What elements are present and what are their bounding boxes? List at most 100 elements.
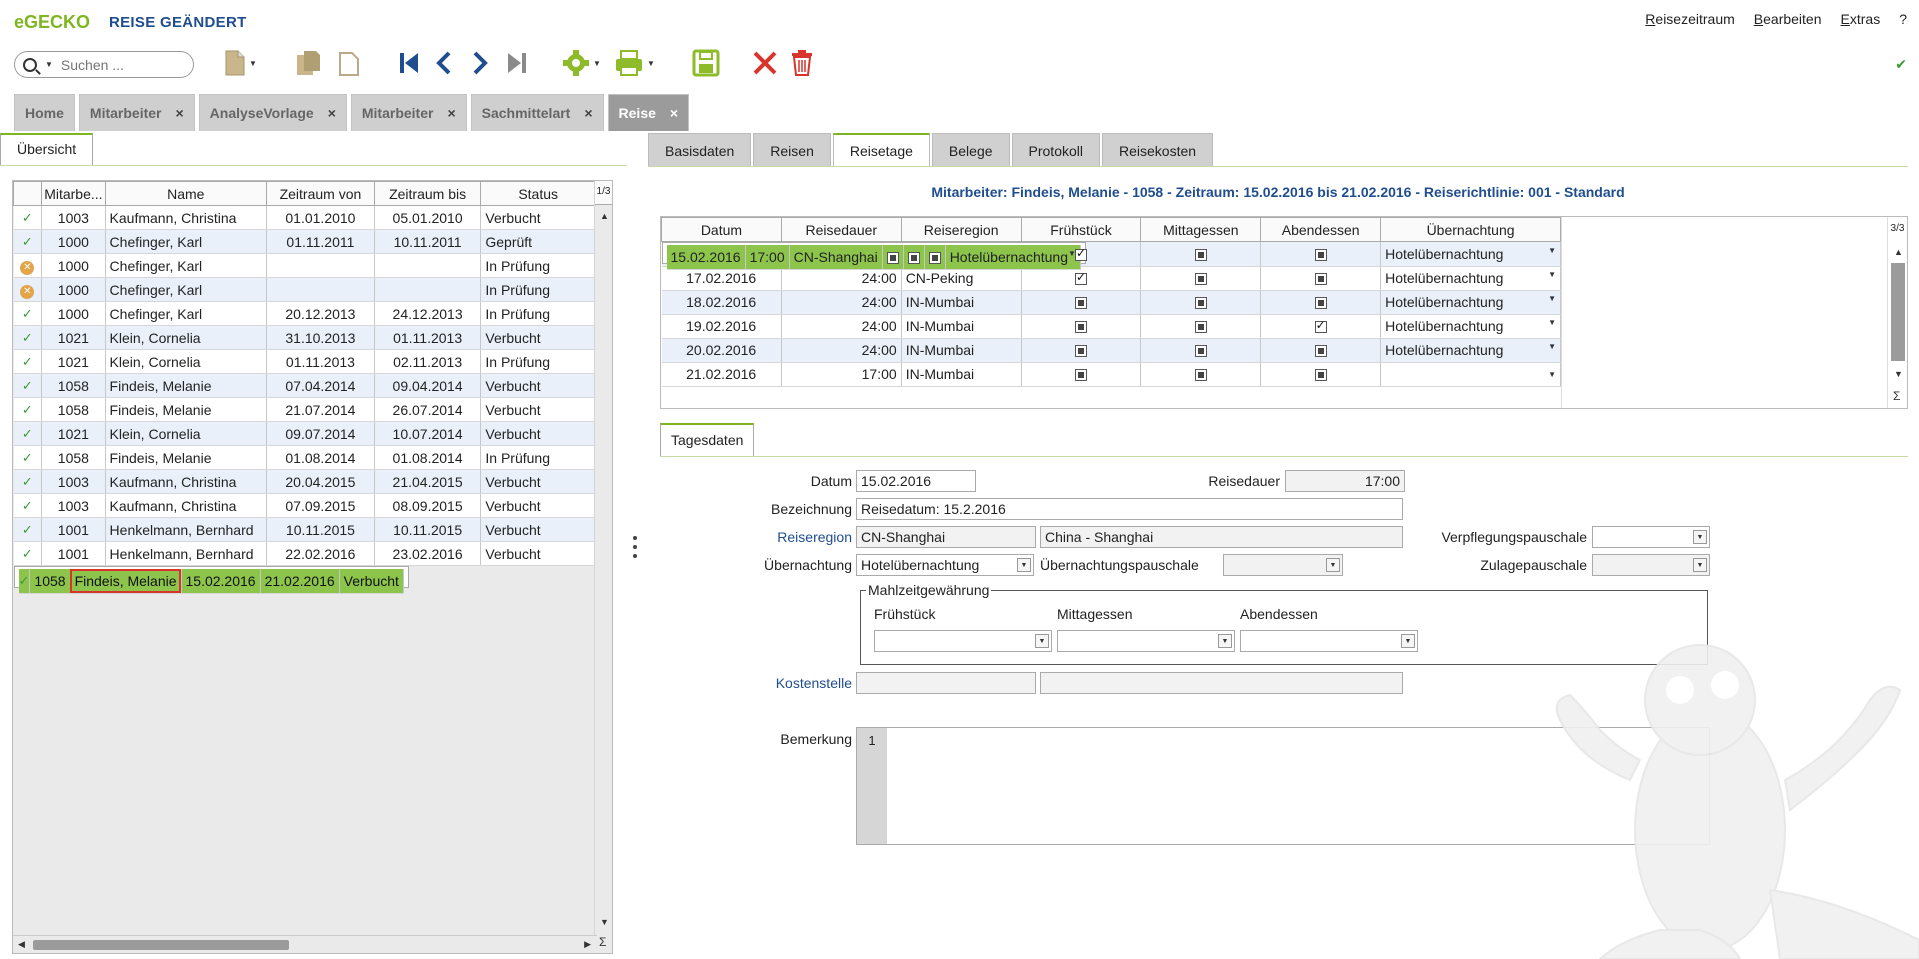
kostenstelle-code-field[interactable] [856,672,1036,694]
column-header[interactable]: Status [480,181,596,206]
uebernachtung-select[interactable]: Hotelübernachtung ▼ [856,554,1034,576]
scroll-down-icon[interactable]: ▼ [1894,369,1903,379]
cell-uebernachtung[interactable]: Hotelübernachtung ▼ [1380,314,1561,339]
checkbox[interactable] [1314,297,1327,310]
reiseregion-code-field[interactable]: CN-Shanghai [856,526,1036,548]
search-box[interactable]: ▼ [14,51,194,78]
column-header[interactable]: Mitarbe... [41,181,106,206]
vertical-scrollbar[interactable]: 1/3 ▲ ▼ Σ [594,181,612,953]
settings-button[interactable]: ▼ [562,46,601,80]
checkbox[interactable] [1314,249,1327,262]
column-header[interactable]: Übernachtung [1380,217,1561,242]
table-row[interactable]: 20.02.2016 24:00 IN-Mumbai Hotelübernachtun… [661,338,1561,363]
cell-meal[interactable] [1021,290,1142,315]
kostenstelle-link[interactable]: Kostenstelle [700,675,852,691]
delete-button[interactable] [790,46,814,80]
cell-uebernachtung[interactable]: Hotelübernachtung ▼ [1380,242,1561,267]
save-button[interactable] [692,46,720,80]
table-row[interactable]: ✕ 1000 Chefinger, Karl In Prüfung [13,253,596,278]
cell-meal[interactable] [1021,338,1142,363]
checkbox[interactable] [1074,246,1087,262]
first-record-button[interactable] [398,46,420,80]
checkbox[interactable] [1314,345,1327,358]
table-row[interactable]: 19.02.201624:00IN-Mumbai Hotelübernachtun… [661,314,1561,339]
uebernachtungspauschale-select[interactable]: ▼ [1223,554,1343,576]
tab-analysevorlage[interactable]: AnalyseVorlage × [198,94,347,131]
scroll-thumb[interactable] [33,940,289,950]
tab-reisetage[interactable]: Reisetage [832,133,930,167]
bezeichnung-field[interactable]: Reisedatum: 15.2.2016 [856,498,1403,520]
datum-field[interactable]: 15.02.2016 [856,470,976,492]
cell-meal[interactable] [1140,242,1262,267]
scroll-thumb[interactable] [1891,263,1905,361]
cell-meal[interactable] [1140,266,1262,291]
new-document-button[interactable]: ▼ [224,46,257,80]
cell-meal[interactable] [1021,314,1142,339]
scroll-up-icon[interactable]: ▲ [600,211,609,221]
table-row[interactable]: ✕ 1000 Chefinger, Karl In Prüfung [13,277,596,302]
table-row[interactable]: ✓ 1000 Chefinger, Karl 01.11.2011 10.11.2011… [13,229,596,254]
checkbox[interactable] [907,252,920,265]
table-row[interactable]: 15.02.2016 17:00 CN-Shanghai Hotelübernacht… [661,242,1086,270]
scroll-right-icon[interactable]: ▶ [584,939,591,950]
tab-belege[interactable]: Belege [931,133,1010,167]
checkbox[interactable] [1074,369,1087,382]
cell-meal[interactable] [924,245,946,270]
cell-meal[interactable] [903,245,925,270]
chevron-down-icon[interactable]: ▼ [1548,342,1556,358]
menu-reisezeitraum[interactable]: Reisezeitraum [1645,11,1735,27]
cell-meal[interactable] [1260,338,1382,363]
checkbox[interactable] [1074,297,1087,310]
column-header-icon[interactable] [13,181,43,206]
table-row[interactable]: ✓ 1003 Kaufmann, Christina 01.01.2010 05.01.… [13,205,596,230]
cell-uebernachtung[interactable]: ▼ [1380,362,1561,387]
cell-uebernachtung[interactable]: Hotelübernachtung ▼ [1380,266,1561,291]
copy-button[interactable] [296,46,324,80]
chevron-down-icon[interactable]: ▼ [1548,370,1556,379]
checkbox[interactable] [1314,318,1327,334]
menu-bearbeiten[interactable]: Bearbeiten [1754,11,1822,27]
paste-button[interactable] [338,46,360,80]
column-header[interactable]: Name [104,181,268,206]
cell-meal[interactable] [1260,290,1382,315]
chevron-down-icon[interactable]: ▼ [1548,270,1556,286]
cell-uebernachtung[interactable]: Hotelübernachtung ▼ [945,245,1081,270]
cell-meal[interactable] [882,245,904,270]
next-record-button[interactable] [470,46,490,80]
table-row[interactable]: ✓ 1003 Kaufmann, Christina 07.09.2015 08.09.… [13,493,596,518]
sum-icon[interactable]: Σ [599,935,606,949]
scroll-up-icon[interactable]: ▲ [1894,247,1903,257]
table-row[interactable]: ✓ 1001 Henkelmann, Bernhard 10.11.2015 10.11… [13,517,596,542]
checkbox[interactable] [1194,321,1207,334]
tab-basisdaten[interactable]: Basisdaten [648,133,752,167]
tab-sachmittelart[interactable]: Sachmittelart × [470,94,604,131]
tab-tagesdaten[interactable]: Tagesdaten [660,423,755,457]
menu-extras[interactable]: Extras [1841,11,1881,27]
table-row[interactable]: ✓ 1058 Findeis, Melanie 21.07.2014 26.07.201… [13,397,596,422]
verpflegungspauschale-select[interactable]: ▼ [1592,526,1710,548]
checkbox[interactable] [1314,273,1327,286]
checkbox[interactable] [1194,345,1207,358]
checkbox[interactable] [1314,369,1327,382]
table-row[interactable]: ✓ 1021 Klein, Cornelia 31.10.2013 01.11.2013… [13,325,596,350]
checkbox[interactable] [1194,297,1207,310]
chevron-down-icon[interactable]: ▼ [1548,318,1556,334]
table-row[interactable]: 21.02.2016 17:00 IN-Mumbai ▼ [661,362,1561,387]
checkbox[interactable] [928,252,941,265]
chevron-down-icon[interactable]: ▼ [1548,246,1556,262]
column-header[interactable]: Datum [661,217,782,242]
cancel-button[interactable] [752,46,778,80]
tab-mitarbeiter[interactable]: Mitarbeiter × [78,94,195,131]
tab-reisen[interactable]: Reisen [753,133,831,167]
cell-meal[interactable] [1021,266,1142,291]
tab-mitarbeiter[interactable]: Mitarbeiter × [350,94,467,131]
column-header[interactable]: Zeitraum von [266,181,375,206]
mittagessen-select[interactable]: ▼ [1057,630,1235,652]
tab-reise[interactable]: Reise × [607,94,690,131]
chevron-down-icon[interactable]: ▼ [1548,294,1556,310]
table-row[interactable]: ✓ 1001 Henkelmann, Bernhard 22.02.2016 23.02… [13,541,596,566]
close-icon[interactable]: × [175,105,183,121]
table-row[interactable]: 18.02.2016 24:00 IN-Mumbai Hotelübernachtun… [661,290,1561,315]
menu-help[interactable]: ? [1899,11,1907,27]
cell-meal[interactable] [1260,266,1382,291]
